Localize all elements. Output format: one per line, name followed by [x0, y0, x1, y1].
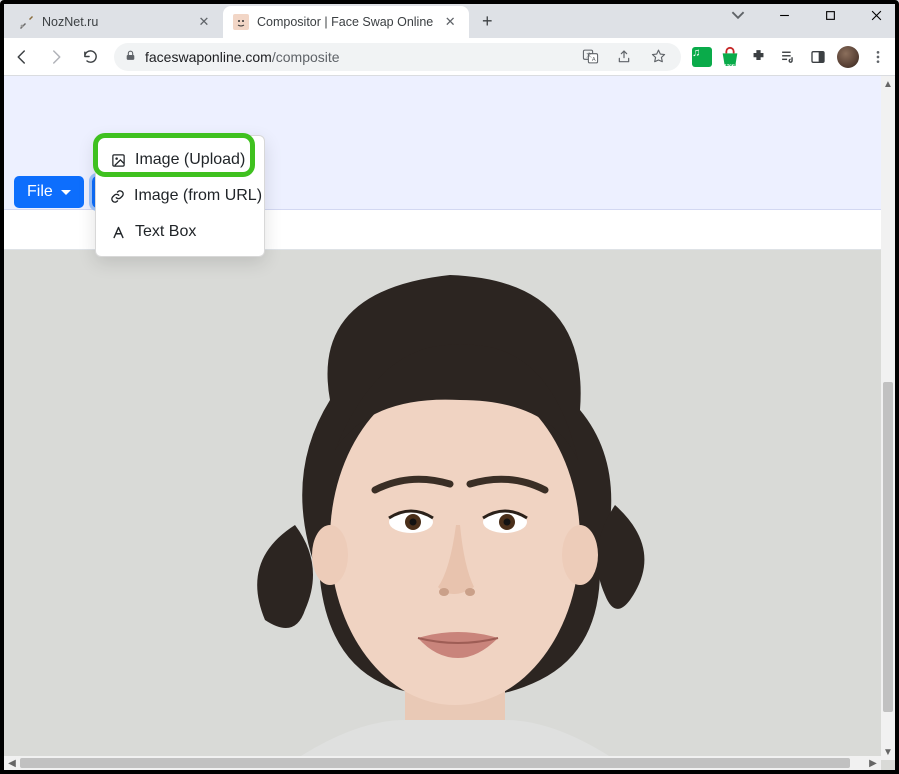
browser-tab-active[interactable]: Compositor | Face Swap Online ✕ — [223, 6, 469, 38]
scroll-thumb[interactable] — [883, 382, 893, 712]
star-icon[interactable] — [645, 44, 671, 70]
dropdown-item-image-url[interactable]: Image (from URL) — [96, 178, 264, 214]
panel-icon[interactable] — [805, 44, 831, 70]
file-menu-label: File — [27, 183, 53, 201]
window-controls — [715, 0, 899, 30]
browser-titlebar: NozNet.ru ✕ Compositor | Face Swap Onlin… — [0, 0, 899, 38]
close-icon[interactable]: ✕ — [441, 13, 459, 31]
portrait-image — [130, 250, 770, 770]
scroll-thumb[interactable] — [20, 758, 850, 768]
browser-toolbar: faceswaponline.com/composite 文A ♫ 20s — [0, 38, 899, 76]
insert-dropdown: Image (Upload) Image (from URL) Text Box — [95, 135, 265, 257]
new-tab-button[interactable]: + — [473, 7, 501, 35]
dropdown-item-label: Image (from URL) — [134, 187, 262, 205]
address-bar[interactable]: faceswaponline.com/composite 文A — [114, 43, 681, 71]
tab-title: Compositor | Face Swap Online — [257, 15, 433, 29]
share-icon[interactable] — [611, 44, 637, 70]
horizontal-scrollbar[interactable]: ◀ ▶ — [4, 756, 881, 770]
chevron-down-icon[interactable] — [715, 0, 761, 30]
extensions-icon[interactable] — [745, 44, 771, 70]
scroll-right-icon[interactable]: ▶ — [865, 756, 881, 770]
translate-icon[interactable]: 文A — [577, 44, 603, 70]
dropdown-item-label: Image (Upload) — [135, 151, 245, 169]
dropdown-item-label: Text Box — [135, 223, 196, 241]
vertical-scrollbar[interactable]: ▲ ▼ — [881, 76, 895, 760]
canvas-area[interactable] — [4, 250, 895, 770]
dropdown-item-image-upload[interactable]: Image (Upload) — [96, 142, 264, 178]
svg-text:20s: 20s — [725, 61, 736, 68]
scrollbar-track[interactable] — [881, 92, 895, 744]
window-minimize-button[interactable] — [761, 0, 807, 30]
svg-text:A: A — [591, 57, 595, 63]
music-extension-icon[interactable]: ♫ — [689, 44, 715, 70]
dropdown-item-text-box[interactable]: Text Box — [96, 214, 264, 250]
image-icon — [110, 153, 126, 168]
face-icon — [233, 14, 249, 30]
back-button[interactable] — [6, 42, 38, 72]
window-maximize-button[interactable] — [807, 0, 853, 30]
scroll-up-icon[interactable]: ▲ — [881, 76, 895, 92]
wrench-icon — [18, 14, 34, 30]
close-icon[interactable]: ✕ — [195, 13, 213, 31]
playlist-icon[interactable] — [775, 44, 801, 70]
profile-avatar[interactable] — [835, 44, 861, 70]
window-close-button[interactable] — [853, 0, 899, 30]
tab-title: NozNet.ru — [42, 15, 187, 29]
browser-tab-inactive[interactable]: NozNet.ru ✕ — [8, 6, 223, 38]
scroll-down-icon[interactable]: ▼ — [881, 744, 895, 760]
scrollbar-track[interactable] — [20, 756, 865, 770]
shopping-extension-icon[interactable]: 20s — [719, 46, 741, 68]
forward-button[interactable] — [40, 42, 72, 72]
lock-icon — [124, 49, 137, 65]
url-text: faceswaponline.com/composite — [145, 49, 569, 65]
file-menu-button[interactable]: File — [14, 176, 84, 208]
reload-button[interactable] — [74, 42, 106, 72]
menu-icon[interactable] — [865, 44, 891, 70]
caret-down-icon — [61, 190, 71, 195]
link-icon — [110, 189, 125, 204]
font-icon — [110, 225, 126, 240]
scroll-left-icon[interactable]: ◀ — [4, 756, 20, 770]
extension-icons: ♫ 20s — [689, 44, 893, 70]
